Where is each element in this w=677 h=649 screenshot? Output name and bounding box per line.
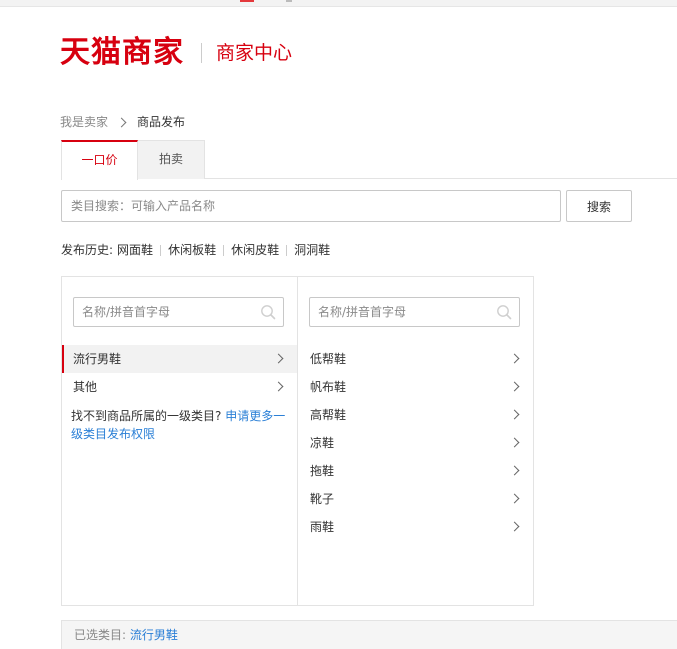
chevron-right-icon	[509, 493, 520, 504]
top-bar-gray-mark	[286, 0, 292, 2]
category-search-input[interactable]	[61, 190, 561, 222]
selected-category-bar: 已选类目: 流行男鞋	[61, 620, 677, 649]
history-divider	[223, 244, 225, 256]
tab-fixed-price[interactable]: 一口价	[61, 140, 138, 180]
tmall-logo[interactable]: 天猫商家	[60, 34, 184, 72]
history-item-clogs[interactable]: 洞洞鞋	[294, 241, 330, 259]
category-item-sandals[interactable]: 凉鞋	[298, 429, 533, 457]
chevron-right-icon	[509, 521, 520, 532]
listing-type-tabs: 一口价 拍卖	[61, 140, 677, 180]
category-item-rain-boots[interactable]: 雨鞋	[298, 513, 533, 541]
chevron-right-icon	[509, 409, 520, 420]
chevron-right-icon	[509, 437, 520, 448]
history-divider	[160, 244, 162, 256]
category-item-label: 流行男鞋	[73, 352, 122, 366]
level1-filter	[73, 297, 284, 327]
tab-auction[interactable]: 拍卖	[138, 140, 205, 179]
category-item-high-top-shoes[interactable]: 高帮鞋	[298, 401, 533, 429]
chevron-right-icon	[509, 353, 520, 364]
category-item-label: 其他	[73, 380, 98, 394]
search-button[interactable]: 搜索	[566, 190, 632, 222]
category-item-other[interactable]: 其他	[62, 373, 297, 401]
no-category-text: 找不到商品所属的一级类目?	[71, 409, 222, 423]
breadcrumb-current: 商品发布	[137, 115, 186, 129]
level1-filter-input[interactable]	[74, 298, 283, 326]
breadcrumb: 我是卖家 商品发布	[60, 113, 185, 131]
breadcrumb-home-link[interactable]: 我是卖家	[60, 113, 108, 131]
top-bar	[0, 0, 677, 7]
level2-filter	[309, 297, 520, 327]
category-item-label: 高帮鞋	[310, 408, 347, 422]
chevron-right-icon	[509, 381, 520, 392]
header-title: 商家中心	[216, 42, 293, 64]
chevron-right-icon	[273, 353, 284, 364]
category-item-label: 靴子	[310, 492, 335, 506]
selected-category-label: 已选类目:	[74, 628, 127, 642]
category-item-boots[interactable]: 靴子	[298, 485, 533, 513]
category-item-label: 凉鞋	[310, 436, 335, 450]
level1-category-list: 流行男鞋 其他	[62, 345, 297, 401]
category-item-low-top-shoes[interactable]: 低帮鞋	[298, 345, 533, 373]
no-category-notice: 找不到商品所属的一级类目? 申请更多一级类目发布权限	[71, 407, 291, 443]
category-item-label: 拖鞋	[310, 464, 335, 478]
history-item-casual-leather-shoes[interactable]: 休闲皮鞋	[231, 241, 279, 259]
category-item-label: 雨鞋	[310, 520, 335, 534]
category-selector-panel: 流行男鞋 其他 找不到商品所属的一级类目? 申请更多一级类目发布权限 低帮鞋	[61, 276, 534, 606]
history-item-casual-board-shoes[interactable]: 休闲板鞋	[168, 241, 216, 259]
category-column-level2: 低帮鞋 帆布鞋 高帮鞋 凉鞋 拖鞋 靴子	[298, 277, 533, 605]
history-item-mesh-shoes[interactable]: 网面鞋	[117, 241, 153, 259]
category-column-level1: 流行男鞋 其他 找不到商品所属的一级类目? 申请更多一级类目发布权限	[62, 277, 298, 605]
search-icon	[497, 305, 512, 320]
level2-category-list: 低帮鞋 帆布鞋 高帮鞋 凉鞋 拖鞋 靴子 雨鞋	[298, 345, 533, 541]
chevron-right-icon	[116, 117, 127, 127]
top-bar-red-mark	[240, 0, 254, 2]
chevron-right-icon	[509, 465, 520, 476]
header-divider	[201, 43, 202, 63]
selected-category-value[interactable]: 流行男鞋	[130, 628, 178, 642]
chevron-right-icon	[273, 381, 284, 392]
category-item-label: 低帮鞋	[310, 352, 347, 366]
category-item-mens-shoes[interactable]: 流行男鞋	[62, 345, 297, 373]
level2-filter-input[interactable]	[310, 298, 519, 326]
history-label: 发布历史:	[61, 243, 114, 257]
search-icon	[261, 305, 276, 320]
history-divider	[286, 244, 288, 256]
category-item-canvas-shoes[interactable]: 帆布鞋	[298, 373, 533, 401]
category-item-label: 帆布鞋	[310, 380, 347, 394]
category-item-slippers[interactable]: 拖鞋	[298, 457, 533, 485]
publish-history: 发布历史: 网面鞋 休闲板鞋 休闲皮鞋 洞洞鞋	[61, 241, 330, 259]
